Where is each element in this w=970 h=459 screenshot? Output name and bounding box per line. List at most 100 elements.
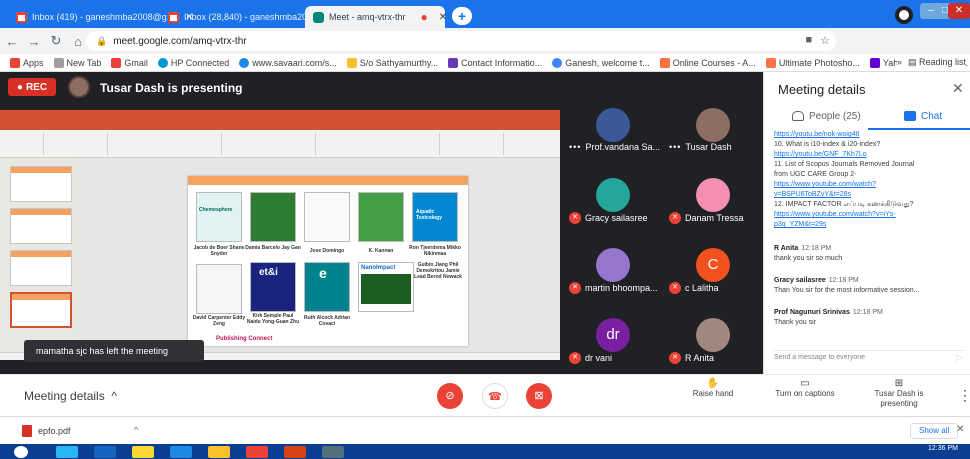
chat-link[interactable]: https://youtu.be/nok-woig4tI [774,130,968,140]
present-screen-icon: ⊞ [894,378,904,389]
meet-icon [313,11,324,23]
browser-tab-meet[interactable]: Meet - amq-vtrx-thr ● ✕ [305,6,447,28]
close-icon[interactable]: ✕ [956,424,964,435]
message-body: Thank you sir [774,319,817,326]
back-icon[interactable]: ← [2,34,22,49]
meeting-details-button[interactable]: Meeting details ^ [24,389,117,403]
new-tab-button[interactable]: + [452,7,472,25]
star-icon[interactable]: ☆ [820,34,830,47]
captions-button[interactable]: ▭ Turn on captions [770,379,840,399]
folder-icon[interactable] [208,446,230,458]
tab-chat-label: Chat [921,110,943,122]
apps-grid-icon [10,57,20,68]
participant-name: Danam Tressa [685,213,744,223]
chat-link[interactable]: v=BSPU6ToBZyY&t=28s [774,190,968,200]
bookmark-google[interactable]: Ganesh, welcome t... [552,57,650,68]
send-icon[interactable]: ▷ [956,352,963,363]
mic-off-icon: ✕ [569,352,581,364]
participant-name: Gracy sailasree [585,213,648,223]
participant-tile[interactable]: dr ✕ dr vani [563,306,663,372]
camera-off-icon: ⊠ [534,390,544,402]
journal-cover: Aquatic Toxicology [412,192,458,242]
close-tab-icon[interactable]: ✕ [439,12,447,23]
participant-name: martin bhoompa... [585,283,658,293]
more-bookmarks-icon[interactable]: » [897,57,902,68]
taskbar-app-icon[interactable] [322,446,344,458]
mic-off-icon: ✕ [569,212,581,224]
show-all-button[interactable]: Show all [910,423,959,439]
bookmark-contact[interactable]: Contact Informatio... [448,57,542,68]
chat-message-input[interactable]: Send a message to everyone [774,350,964,364]
mic-off-icon: ✕ [669,352,681,364]
message-time: 12:18 PM [828,277,859,284]
meeting-controls-bar: Meeting details ^ ⊘ ☎ ⊠ ✋ Raise hand ▭ T… [0,374,970,416]
more-options-icon[interactable]: ••• [669,142,681,152]
url-input[interactable]: 🔒 meet.google.com/amq-vtrx-thr ■ ☆ [86,31,836,51]
more-options-icon[interactable]: ••• [569,142,581,152]
chat-link[interactable]: https://www.youtube.com/watch? [774,180,968,190]
participant-tile[interactable]: ✕ martin bhoompa... [563,236,663,302]
raise-hand-button[interactable]: ✋ Raise hand [688,379,738,399]
camera-permission-icon[interactable]: ■ [805,34,812,47]
reading-list-button[interactable]: ▤ Reading list [908,57,966,68]
chat-message: R Anita 12:18 PM thank you sir so much [774,244,968,264]
participant-tile[interactable]: ✕ R Anita [663,306,763,372]
ribbon-group [226,133,316,155]
chat-link[interactable]: p3q_YZM&t=29s [774,220,968,230]
tab-people-label: People (25) [809,110,861,122]
more-options-icon[interactable]: ⋮ [958,387,970,404]
participant-tile[interactable]: ••• Prof.vandana Sa... [563,96,663,162]
shared-screen: Chemosphere Aquatic Toxicology Jacob de … [0,110,560,360]
leave-call-button[interactable]: ☎ [482,383,508,409]
presenting-button[interactable]: ⊞ Tusar Dash is presenting [868,379,930,409]
tab-people[interactable]: People (25) [792,104,861,128]
cover-image [361,274,411,304]
bookmark-online-courses[interactable]: Online Courses - A... [659,57,756,68]
mic-off-button[interactable]: ⊘ [437,383,463,409]
editor-names: K. Kannan [368,248,394,254]
chevron-up-icon[interactable]: ^ [134,425,138,435]
close-icon[interactable]: ✕ [952,80,964,97]
start-icon[interactable] [14,446,28,458]
bookmark-hp-connected[interactable]: HP Connected [157,57,229,68]
participant-tile[interactable]: ✕ Gracy sailasree [563,166,663,232]
reading-list-icon: ▤ [907,57,917,67]
participant-tile[interactable]: ••• Tusar Dash [663,96,763,162]
participant-name: R Anita [685,353,715,363]
bookmark-photoshop[interactable]: Ultimate Photosho... [765,57,860,68]
tab-chat[interactable]: Chat [904,104,942,128]
chat-link[interactable]: https://www.youtube.com/watch?v=iYs- [774,210,968,220]
reload-icon[interactable]: ↻ [46,33,66,49]
profile-icon[interactable] [895,6,913,24]
bookmark-new-tab[interactable]: New Tab [53,57,101,68]
participant-tile[interactable]: C ✕ c Lalitha [663,236,763,302]
raise-hand-label: Raise hand [692,389,734,398]
chrome-icon[interactable] [246,446,268,458]
bookmark-sathyamurthy[interactable]: S/o Sathyamurthy... [346,57,438,68]
home-icon[interactable]: ⌂ [68,34,88,49]
camera-off-button[interactable]: ⊠ [526,383,552,409]
taskbar-app-icon[interactable] [56,446,78,458]
os-taskbar: 12:36 PM [0,444,970,459]
bookmark-label: Apps [23,57,44,68]
journal-cover: NanoImpact [358,262,414,312]
close-window-button[interactable]: ✕ [948,3,970,19]
browser-tab-strip: Inbox (419) - ganeshmba2008@g... ✕ Inbox… [0,0,970,28]
bookmark-savaari[interactable]: www.savaari.com/s... [239,57,337,68]
taskbar-app-icon[interactable] [170,446,192,458]
chat-message: Prof Nagunuri Srinivas 12:18 PM Thank you… [774,308,968,328]
reading-list-label: Reading list [918,57,966,67]
slide-footer: Publishing Connect [216,336,273,342]
forward-icon[interactable]: → [24,34,44,49]
bookmark-apps[interactable]: Apps [10,57,44,68]
bookmark-gmail[interactable]: Gmail [111,57,148,68]
rec-label: REC [25,81,48,93]
taskbar-app-icon[interactable] [94,446,116,458]
chat-link[interactable]: https://youtu.be/GNF_7Kh7Lo [774,150,968,160]
powerpoint-icon[interactable] [284,446,306,458]
journal-cover: e [304,262,350,312]
participant-tile[interactable]: ✕ Danam Tressa [663,166,763,232]
folder-icon[interactable] [132,446,154,458]
download-item[interactable]: epfo.pdf [22,425,71,437]
avatar [696,178,730,212]
